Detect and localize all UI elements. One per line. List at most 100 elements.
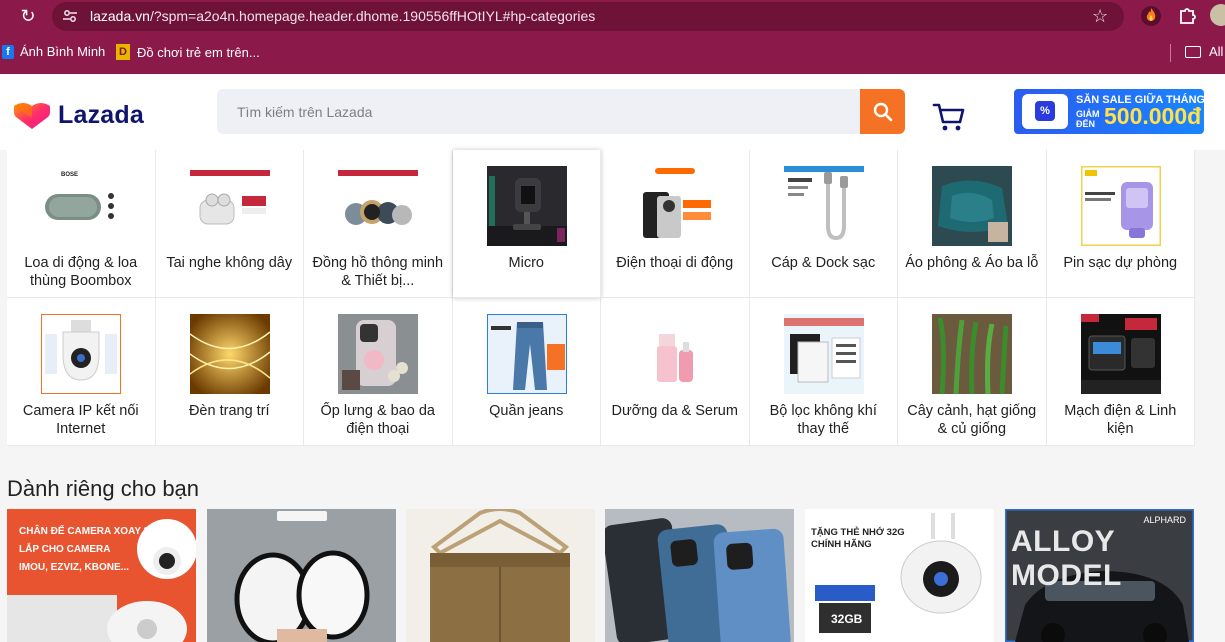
- url-path: /?spm=a2o4n.homepage.header.dhome.190556…: [149, 8, 596, 24]
- bookmark-label: Ánh Bình Minh: [20, 44, 106, 59]
- product-card[interactable]: [605, 509, 794, 642]
- category-image: [41, 314, 121, 394]
- lazada-heart-icon: [14, 103, 50, 129]
- category-label: Dưỡng da & Serum: [611, 403, 738, 419]
- category-image: [189, 314, 270, 394]
- url-text[interactable]: lazada.vn/?spm=a2o4n.homepage.header.dho…: [90, 8, 595, 24]
- lazada-header: Lazada % SĂN SALE GIỮA THÁNG GIẢM ĐẾN 50…: [0, 74, 1225, 150]
- section-title-for-you: Dành riêng cho bạn: [7, 476, 200, 501]
- search-icon: [873, 102, 892, 121]
- category-tile[interactable]: Cáp & Dock sạc: [749, 150, 898, 298]
- product-image: [406, 509, 595, 642]
- category-tile[interactable]: Bộ lọc không khí thay thế: [749, 298, 898, 446]
- all-bookmarks-label: All: [1209, 44, 1224, 59]
- site-settings-icon[interactable]: [62, 8, 78, 24]
- category-tile[interactable]: Tai nghe không dây: [155, 150, 304, 298]
- category-image: [1080, 314, 1161, 394]
- bookmark-label: Đồ chơi trẻ em trên...: [137, 44, 260, 60]
- svg-text:32GB: 32GB: [831, 612, 863, 626]
- category-label: Đồng hồ thông minh & Thiết bị...: [312, 255, 444, 289]
- all-bookmarks[interactable]: All: [1185, 44, 1223, 59]
- category-image: [1080, 166, 1161, 246]
- category-tile[interactable]: Mạch điện & Linh kiện: [1046, 298, 1195, 446]
- category-label: Quần jeans: [489, 403, 564, 419]
- category-label: Camera IP kết nối Internet: [22, 403, 139, 437]
- category-tile[interactable]: Đồng hồ thông minh & Thiết bị...: [304, 150, 453, 298]
- extensions-puzzle-icon[interactable]: [1178, 5, 1198, 25]
- category-tile[interactable]: Ốp lưng & bao da điện thoại: [304, 298, 453, 446]
- category-grid: BOSE Loa di động & loa thùng Boombox Tai…: [7, 150, 1195, 446]
- category-label: Tai nghe không dây: [166, 255, 293, 271]
- category-label: Mạch điện & Linh kiện: [1064, 403, 1177, 437]
- profile-avatar[interactable]: [1210, 4, 1225, 26]
- category-tile[interactable]: Camera IP kết nối Internet: [7, 298, 156, 446]
- bookmark-favicon-icon: D: [116, 44, 130, 60]
- folder-icon: [1185, 45, 1201, 58]
- product-caption: TẶNG THẺ NHỚ 32G CHÍNH HÃNG: [811, 527, 905, 550]
- category-label: Cáp & Dock sạc: [771, 255, 876, 271]
- product-card[interactable]: 32GB TẶNG THẺ NHỚ 32G CHÍNH HÃNG: [805, 509, 994, 642]
- category-label: Áo phông & Áo ba lỗ: [905, 255, 1039, 271]
- product-card[interactable]: CHÂN ĐẾ CAMERA XOAY 360 LẮP CHO CAMERA I…: [7, 509, 196, 642]
- category-label: Đèn trang trí: [188, 403, 270, 419]
- category-tile[interactable]: Pin sạc dự phòng: [1046, 150, 1195, 298]
- omnibox[interactable]: lazada.vn/?spm=a2o4n.homepage.header.dho…: [52, 2, 1124, 31]
- category-tile[interactable]: Dưỡng da & Serum: [601, 298, 750, 446]
- percent-icon: %: [1035, 101, 1055, 121]
- cart-icon[interactable]: [932, 102, 966, 132]
- category-image: [635, 314, 715, 394]
- category-tile[interactable]: Cây cảnh, hạt giống & củ giống: [898, 298, 1047, 446]
- search-input[interactable]: [217, 89, 860, 134]
- category-tile[interactable]: Đèn trang trí: [155, 298, 304, 446]
- browser-chrome: ↻ lazada.vn/?spm=a2o4n.homepage.header.d…: [0, 0, 1225, 74]
- product-image: [207, 509, 396, 642]
- url-domain: lazada.vn: [90, 8, 150, 24]
- product-card[interactable]: [207, 509, 396, 642]
- fire-extension-icon[interactable]: [1140, 5, 1162, 27]
- category-tile[interactable]: Micro: [452, 150, 601, 298]
- category-label: Điện thoại di động: [616, 255, 734, 271]
- product-card[interactable]: ALPHARD ALLOY MODEL: [1005, 509, 1194, 642]
- bookmark-item[interactable]: D Đồ chơi trẻ em trên...: [116, 44, 260, 60]
- category-tile[interactable]: BOSE Loa di động & loa thùng Boombox: [7, 150, 156, 298]
- product-image: [605, 509, 794, 642]
- category-image: [932, 166, 1012, 246]
- product-caption: CHÂN ĐẾ CAMERA XOAY 360 LẮP CHO CAMERA I…: [19, 526, 161, 573]
- category-tile[interactable]: Áo phông & Áo ba lỗ: [898, 150, 1047, 298]
- address-bar-row: ↻ lazada.vn/?spm=a2o4n.homepage.header.d…: [0, 0, 1225, 33]
- bookmark-star-icon[interactable]: ☆: [1092, 6, 1108, 27]
- category-image: [783, 314, 864, 394]
- category-image: [189, 166, 270, 246]
- bookmarks-divider: [1170, 44, 1171, 62]
- category-image: [932, 314, 1012, 394]
- search-button[interactable]: [860, 89, 905, 134]
- reload-icon[interactable]: ↻: [18, 6, 38, 26]
- category-image: [783, 166, 864, 246]
- product-caption: ALLOY MODEL: [1011, 525, 1122, 592]
- category-label: Pin sạc dự phòng: [1063, 255, 1178, 271]
- facebook-icon: f: [2, 44, 14, 59]
- product-subcaption: ALPHARD: [1143, 515, 1186, 525]
- category-tile[interactable]: Điện thoại di động: [601, 150, 750, 298]
- category-label: Bộ lọc không khí thay thế: [769, 403, 877, 437]
- promo-subtitle: GIẢM ĐẾN: [1076, 109, 1100, 129]
- category-label: Cây cảnh, hạt giống & củ giống: [907, 403, 1037, 437]
- category-label: Loa di động & loa thùng Boombox: [24, 255, 138, 289]
- bookmark-item[interactable]: f Ánh Bình Minh: [2, 44, 105, 59]
- lazada-logo[interactable]: Lazada: [14, 100, 144, 130]
- product-card[interactable]: [406, 509, 595, 642]
- category-image: [635, 166, 715, 246]
- category-image: [338, 166, 418, 246]
- voucher-badge: %: [1022, 94, 1068, 129]
- logo-text: Lazada: [58, 100, 144, 129]
- category-image: [486, 166, 567, 246]
- category-label: Ốp lưng & bao da điện thoại: [320, 403, 435, 437]
- promo-amount: 500.000đ: [1104, 103, 1202, 129]
- category-tile[interactable]: Quần jeans: [452, 298, 601, 446]
- category-label: Micro: [508, 255, 544, 271]
- category-image: [338, 314, 418, 394]
- category-image: [486, 314, 567, 394]
- category-image: BOSE: [41, 166, 121, 246]
- svg-text:BOSE: BOSE: [61, 172, 78, 178]
- mid-month-sale-banner[interactable]: % SĂN SALE GIỮA THÁNG GIẢM ĐẾN 500.000đ: [1014, 89, 1204, 134]
